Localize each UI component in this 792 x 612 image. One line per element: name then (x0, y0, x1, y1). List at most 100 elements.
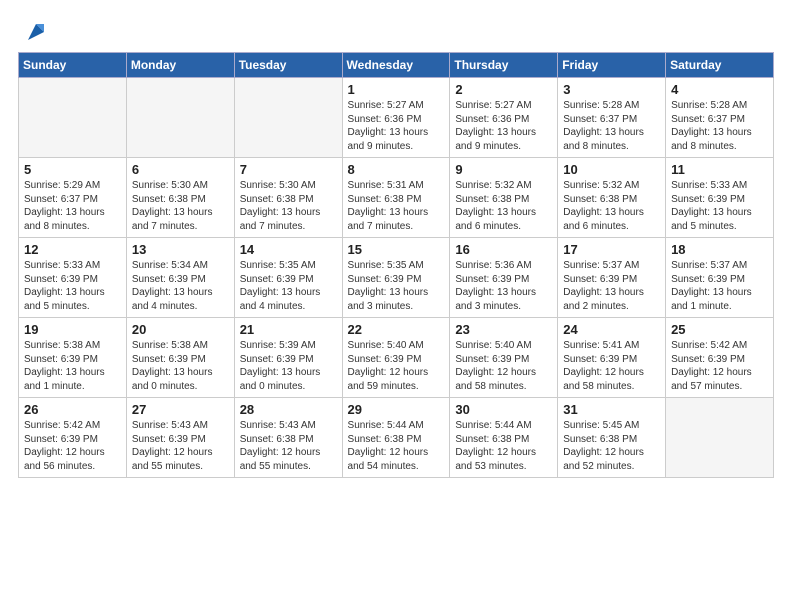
day-number: 17 (563, 242, 661, 257)
day-number: 2 (455, 82, 553, 97)
day-number: 31 (563, 402, 661, 417)
calendar-cell: 15Sunrise: 5:35 AMSunset: 6:39 PMDayligh… (342, 238, 450, 318)
weekday-header-friday: Friday (558, 53, 666, 78)
day-info: Sunrise: 5:38 AMSunset: 6:39 PMDaylight:… (132, 339, 230, 393)
day-number: 29 (348, 402, 446, 417)
calendar-cell: 9 Sunrise: 5:32 AMSunset: 6:38 PMDaylight… (450, 158, 558, 238)
day-info: Sunrise: 5:35 AMSunset: 6:39 PMDaylight:… (240, 259, 338, 313)
day-number: 27 (132, 402, 230, 417)
weekday-header-row: SundayMondayTuesdayWednesdayThursdayFrid… (19, 53, 774, 78)
page: SundayMondayTuesdayWednesdayThursdayFrid… (0, 0, 792, 488)
calendar-cell (666, 398, 774, 478)
day-number: 14 (240, 242, 338, 257)
day-number: 7 (240, 162, 338, 177)
day-info: Sunrise: 5:33 AMSunset: 6:39 PMDaylight:… (671, 179, 769, 233)
calendar-cell: 13Sunrise: 5:34 AMSunset: 6:39 PMDayligh… (126, 238, 234, 318)
day-info: Sunrise: 5:27 AMSunset: 6:36 PMDaylight:… (455, 99, 553, 153)
day-info: Sunrise: 5:32 AMSunset: 6:38 PMDaylight:… (455, 179, 553, 233)
calendar-cell: 16 Sunrise: 5:36 AMSunset: 6:39 PMDayligh… (450, 238, 558, 318)
calendar-cell: 4 Sunrise: 5:28 AMSunset: 6:37 PMDaylight… (666, 78, 774, 158)
calendar-cell: 24 Sunrise: 5:41 AMSunset: 6:39 PMDayligh… (558, 318, 666, 398)
week-row-2: 12Sunrise: 5:33 AMSunset: 6:39 PMDayligh… (19, 238, 774, 318)
calendar-cell: 30Sunrise: 5:44 AMSunset: 6:38 PMDayligh… (450, 398, 558, 478)
day-info: Sunrise: 5:44 AMSunset: 6:38 PMDaylight:… (348, 419, 446, 473)
day-info: Sunrise: 5:42 AMSunset: 6:39 PMDaylight:… (24, 419, 122, 473)
day-number: 24 (563, 322, 661, 337)
day-number: 21 (240, 322, 338, 337)
calendar-cell: 26 Sunrise: 5:42 AMSunset: 6:39 PMDayligh… (19, 398, 127, 478)
day-info: Sunrise: 5:43 AMSunset: 6:38 PMDaylight:… (240, 419, 338, 473)
calendar-cell: 2 Sunrise: 5:27 AMSunset: 6:36 PMDaylight… (450, 78, 558, 158)
day-info: Sunrise: 5:37 AMSunset: 6:39 PMDaylight:… (563, 259, 661, 313)
weekday-header-tuesday: Tuesday (234, 53, 342, 78)
day-info: Sunrise: 5:28 AMSunset: 6:37 PMDaylight:… (563, 99, 661, 153)
calendar-cell: 12Sunrise: 5:33 AMSunset: 6:39 PMDayligh… (19, 238, 127, 318)
calendar-cell (19, 78, 127, 158)
calendar-cell: 20 Sunrise: 5:38 AMSunset: 6:39 PMDayligh… (126, 318, 234, 398)
day-info: Sunrise: 5:30 AMSunset: 6:38 PMDaylight:… (240, 179, 338, 233)
calendar-cell: 29 Sunrise: 5:44 AMSunset: 6:38 PMDayligh… (342, 398, 450, 478)
day-number: 15 (348, 242, 446, 257)
day-number: 18 (671, 242, 769, 257)
day-number: 28 (240, 402, 338, 417)
day-info: Sunrise: 5:32 AMSunset: 6:38 PMDaylight:… (563, 179, 661, 233)
day-number: 22 (348, 322, 446, 337)
day-number: 13 (132, 242, 230, 257)
day-number: 10 (563, 162, 661, 177)
day-info: Sunrise: 5:30 AMSunset: 6:38 PMDaylight:… (132, 179, 230, 233)
weekday-header-thursday: Thursday (450, 53, 558, 78)
day-number: 9 (455, 162, 553, 177)
calendar-cell: 7 Sunrise: 5:30 AMSunset: 6:38 PMDaylight… (234, 158, 342, 238)
calendar-table: SundayMondayTuesdayWednesdayThursdayFrid… (18, 52, 774, 478)
day-info: Sunrise: 5:38 AMSunset: 6:39 PMDaylight:… (24, 339, 122, 393)
day-number: 6 (132, 162, 230, 177)
calendar-cell: 25 Sunrise: 5:42 AMSunset: 6:39 PMDayligh… (666, 318, 774, 398)
calendar-cell: 5Sunrise: 5:29 AMSunset: 6:37 PMDaylight… (19, 158, 127, 238)
calendar-cell: 19 Sunrise: 5:38 AMSunset: 6:39 PMDayligh… (19, 318, 127, 398)
calendar-cell: 3Sunrise: 5:28 AMSunset: 6:37 PMDaylight… (558, 78, 666, 158)
calendar-cell: 18 Sunrise: 5:37 AMSunset: 6:39 PMDayligh… (666, 238, 774, 318)
calendar-cell: 11 Sunrise: 5:33 AMSunset: 6:39 PMDayligh… (666, 158, 774, 238)
day-number: 16 (455, 242, 553, 257)
day-info: Sunrise: 5:37 AMSunset: 6:39 PMDaylight:… (671, 259, 769, 313)
header (18, 18, 774, 46)
day-info: Sunrise: 5:39 AMSunset: 6:39 PMDaylight:… (240, 339, 338, 393)
calendar-cell: 10 Sunrise: 5:32 AMSunset: 6:38 PMDayligh… (558, 158, 666, 238)
week-row-4: 26 Sunrise: 5:42 AMSunset: 6:39 PMDayligh… (19, 398, 774, 478)
day-info: Sunrise: 5:36 AMSunset: 6:39 PMDaylight:… (455, 259, 553, 313)
day-number: 19 (24, 322, 122, 337)
week-row-0: 1 Sunrise: 5:27 AMSunset: 6:36 PMDaylight… (19, 78, 774, 158)
day-number: 1 (348, 82, 446, 97)
weekday-header-saturday: Saturday (666, 53, 774, 78)
logo-icon (22, 18, 50, 46)
weekday-header-monday: Monday (126, 53, 234, 78)
weekday-header-wednesday: Wednesday (342, 53, 450, 78)
weekday-header-sunday: Sunday (19, 53, 127, 78)
day-info: Sunrise: 5:40 AMSunset: 6:39 PMDaylight:… (348, 339, 446, 393)
calendar-cell: 23Sunrise: 5:40 AMSunset: 6:39 PMDayligh… (450, 318, 558, 398)
day-number: 8 (348, 162, 446, 177)
calendar-cell: 28 Sunrise: 5:43 AMSunset: 6:38 PMDayligh… (234, 398, 342, 478)
day-info: Sunrise: 5:45 AMSunset: 6:38 PMDaylight:… (563, 419, 661, 473)
calendar-cell: 8Sunrise: 5:31 AMSunset: 6:38 PMDaylight… (342, 158, 450, 238)
day-number: 12 (24, 242, 122, 257)
week-row-1: 5Sunrise: 5:29 AMSunset: 6:37 PMDaylight… (19, 158, 774, 238)
calendar-cell: 14 Sunrise: 5:35 AMSunset: 6:39 PMDayligh… (234, 238, 342, 318)
logo (18, 18, 50, 46)
calendar-cell (234, 78, 342, 158)
day-number: 25 (671, 322, 769, 337)
calendar-cell: 22 Sunrise: 5:40 AMSunset: 6:39 PMDayligh… (342, 318, 450, 398)
day-number: 20 (132, 322, 230, 337)
day-info: Sunrise: 5:42 AMSunset: 6:39 PMDaylight:… (671, 339, 769, 393)
day-info: Sunrise: 5:28 AMSunset: 6:37 PMDaylight:… (671, 99, 769, 153)
day-number: 11 (671, 162, 769, 177)
calendar-cell: 6 Sunrise: 5:30 AMSunset: 6:38 PMDaylight… (126, 158, 234, 238)
day-info: Sunrise: 5:41 AMSunset: 6:39 PMDaylight:… (563, 339, 661, 393)
day-number: 23 (455, 322, 553, 337)
week-row-3: 19 Sunrise: 5:38 AMSunset: 6:39 PMDayligh… (19, 318, 774, 398)
day-number: 26 (24, 402, 122, 417)
calendar-cell (126, 78, 234, 158)
day-info: Sunrise: 5:29 AMSunset: 6:37 PMDaylight:… (24, 179, 122, 233)
calendar-cell: 17 Sunrise: 5:37 AMSunset: 6:39 PMDayligh… (558, 238, 666, 318)
day-number: 4 (671, 82, 769, 97)
